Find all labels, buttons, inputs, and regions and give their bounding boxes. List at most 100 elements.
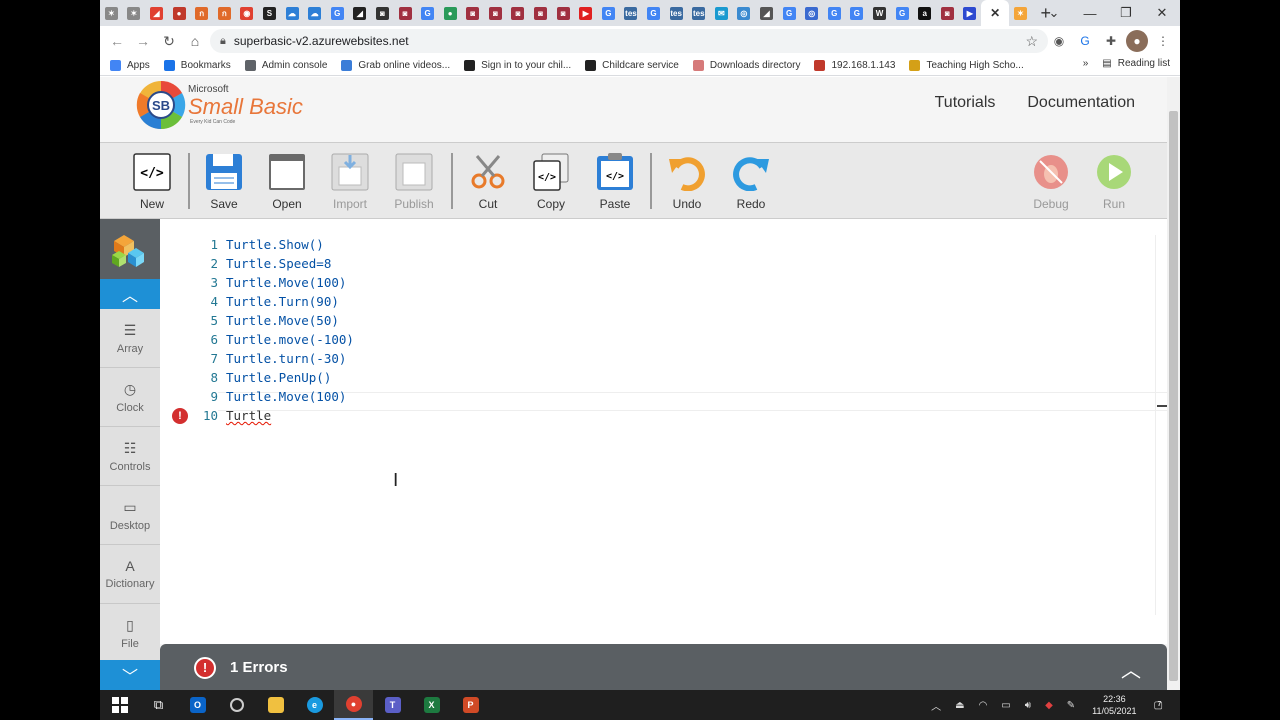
sidebar-item-clock[interactable]: ◷ Clock xyxy=(100,368,160,427)
file-explorer-icon[interactable] xyxy=(256,690,295,720)
minimize-button[interactable]: — xyxy=(1072,6,1108,21)
sidebar-item-desktop[interactable]: ▭ Desktop xyxy=(100,486,160,545)
browser-tab[interactable]: ✶ xyxy=(123,2,146,24)
sidebar-item-file[interactable]: ▯ File xyxy=(100,604,160,663)
profile-avatar[interactable]: ● xyxy=(1126,30,1148,52)
browser-tab[interactable]: ◢ xyxy=(755,2,778,24)
browser-tab[interactable]: W xyxy=(868,2,891,24)
browser-tab[interactable]: ก xyxy=(190,2,213,24)
bookmark-item[interactable]: 192.168.1.143 xyxy=(814,60,895,71)
code-line[interactable]: 7 Turtle.turn(-30) xyxy=(160,349,1155,368)
code-line[interactable]: 1 Turtle.Show() xyxy=(160,235,1155,254)
browser-tab[interactable]: ☁ xyxy=(303,2,326,24)
home-icon[interactable]: ⌂ xyxy=(182,33,208,49)
battery-icon[interactable]: ▭ xyxy=(1001,700,1010,711)
browser-tab[interactable]: a xyxy=(913,2,936,24)
usb-icon[interactable]: ⏏ xyxy=(955,700,964,711)
bookmark-item[interactable]: Teaching High Scho... xyxy=(909,60,1024,71)
cut-button[interactable]: Cut xyxy=(458,153,518,211)
url-box[interactable]: 🔒︎ superbasic-v2.azurewebsites.net ☆ xyxy=(210,29,1048,53)
smallbasic-logo[interactable]: SB Microsoft Small Basic Every Kid Can C… xyxy=(136,80,306,132)
page-scroll-thumb[interactable] xyxy=(1169,111,1178,681)
menu-kebab-icon[interactable]: ⋮ xyxy=(1152,30,1174,52)
paste-button[interactable]: </> Paste xyxy=(585,153,645,211)
code-lines[interactable]: 1 Turtle.Show() 2 Turtle.Speed=8 3 Turtle.Mov… xyxy=(160,235,1155,425)
browser-tab[interactable]: ● xyxy=(439,2,462,24)
nav-tutorials[interactable]: Tutorials xyxy=(935,94,996,112)
errors-panel-bar[interactable]: ! 1 Errors ︿ xyxy=(160,644,1167,690)
browser-tab[interactable]: ◙ xyxy=(529,2,552,24)
line-error-icon[interactable]: ! xyxy=(172,408,188,424)
browser-tab[interactable]: ☁ xyxy=(281,2,304,24)
browser-tab[interactable]: ▶ xyxy=(574,2,597,24)
sidebar-item-dictionary[interactable]: A Dictionary xyxy=(100,545,160,604)
tab-active-close[interactable]: ✕ xyxy=(981,0,1010,26)
editor-overview-ruler[interactable] xyxy=(1155,235,1167,615)
undo-button[interactable]: Undo xyxy=(657,153,717,211)
cortana-icon[interactable] xyxy=(217,690,256,720)
code-line[interactable]: 5 Turtle.Move(50) xyxy=(160,311,1155,330)
bookmark-item[interactable]: Grab online videos... xyxy=(341,60,450,71)
browser-tab[interactable]: tes xyxy=(665,2,688,24)
browser-tab[interactable]: ◙ xyxy=(936,2,959,24)
reload-icon[interactable]: ↻ xyxy=(156,33,182,50)
page-scrollbar[interactable] xyxy=(1167,77,1180,690)
run-button[interactable]: Run xyxy=(1084,153,1144,211)
dropbox-icon[interactable]: ◆ xyxy=(1045,700,1053,711)
new-button[interactable]: </> New xyxy=(122,153,182,211)
code-line[interactable]: ! 10 Turtle xyxy=(160,406,1155,425)
code-editor[interactable]: 1 Turtle.Show() 2 Turtle.Speed=8 3 Turtle.Mov… xyxy=(160,219,1167,644)
code-line[interactable]: 8 Turtle.PenUp() xyxy=(160,368,1155,387)
tab-smallbasic[interactable]: ✶ xyxy=(1009,2,1032,24)
browser-tab[interactable]: G xyxy=(597,2,620,24)
excel-icon[interactable]: X xyxy=(412,690,451,720)
chrome-icon[interactable]: ● xyxy=(334,690,373,720)
code-line[interactable]: 9 Turtle.Move(100) xyxy=(160,387,1155,406)
browser-tab[interactable]: tes xyxy=(687,2,710,24)
extension-icon[interactable]: ◉ xyxy=(1048,30,1070,52)
back-icon[interactable]: ← xyxy=(104,33,130,49)
pen-icon[interactable]: ✎ xyxy=(1067,700,1075,711)
browser-tab[interactable]: G xyxy=(326,2,349,24)
sidebar-scroll-up-button[interactable]: ︿ xyxy=(100,279,160,309)
bookmark-item[interactable]: Admin console xyxy=(244,60,327,71)
translate-icon[interactable]: G xyxy=(1074,30,1096,52)
forward-icon[interactable]: → xyxy=(130,33,156,49)
teams-icon[interactable]: T xyxy=(373,690,412,720)
code-line[interactable]: 2 Turtle.Speed=8 xyxy=(160,254,1155,273)
taskbar-clock[interactable]: 22:36 11/05/2021 xyxy=(1092,693,1136,717)
open-button[interactable]: Open xyxy=(257,153,317,211)
start-button[interactable] xyxy=(100,690,139,720)
restore-button[interactable]: ❐ xyxy=(1108,5,1144,21)
sidebar-item-controls[interactable]: ☷ Controls xyxy=(100,427,160,486)
bookmark-item[interactable]: Apps xyxy=(110,60,150,71)
volume-icon[interactable]: 🔊︎ xyxy=(1025,700,1031,711)
browser-tab[interactable]: ◙ xyxy=(484,2,507,24)
browser-tab[interactable]: G xyxy=(823,2,846,24)
browser-tab[interactable]: ◙ xyxy=(462,2,485,24)
browser-tab[interactable]: ◙ xyxy=(552,2,575,24)
browser-tab[interactable]: ◙ xyxy=(394,2,417,24)
browser-tab[interactable]: ◙ xyxy=(507,2,530,24)
wifi-icon[interactable]: ◠ xyxy=(979,700,988,711)
code-line[interactable]: 6 Turtle.move(-100) xyxy=(160,330,1155,349)
browser-tab[interactable]: ✶ xyxy=(100,2,123,24)
browser-tab[interactable]: ● xyxy=(168,2,191,24)
close-window-button[interactable]: ✕ xyxy=(1144,5,1180,21)
more-bookmarks-icon[interactable]: » xyxy=(1083,58,1089,69)
sidebar-item-array[interactable]: ☰ Array xyxy=(100,309,160,368)
browser-tab[interactable]: ก xyxy=(213,2,236,24)
browser-tab[interactable]: G xyxy=(778,2,801,24)
powerpoint-icon[interactable]: P xyxy=(451,690,490,720)
browser-tab[interactable]: ◢ xyxy=(145,2,168,24)
redo-button[interactable]: Redo xyxy=(721,153,781,211)
bookmark-item[interactable]: Childcare service xyxy=(585,60,679,71)
save-button[interactable]: Save xyxy=(194,153,254,211)
sidebar-scroll-down-button[interactable]: ﹀ xyxy=(100,660,160,690)
debug-button[interactable]: Debug xyxy=(1021,153,1081,211)
bookmark-star-icon[interactable]: ☆ xyxy=(1025,33,1038,50)
edge-icon[interactable]: e xyxy=(295,690,334,720)
browser-tab[interactable]: ◙ xyxy=(371,2,394,24)
copy-button[interactable]: </> Copy xyxy=(521,153,581,211)
code-line[interactable]: 4 Turtle.Turn(90) xyxy=(160,292,1155,311)
